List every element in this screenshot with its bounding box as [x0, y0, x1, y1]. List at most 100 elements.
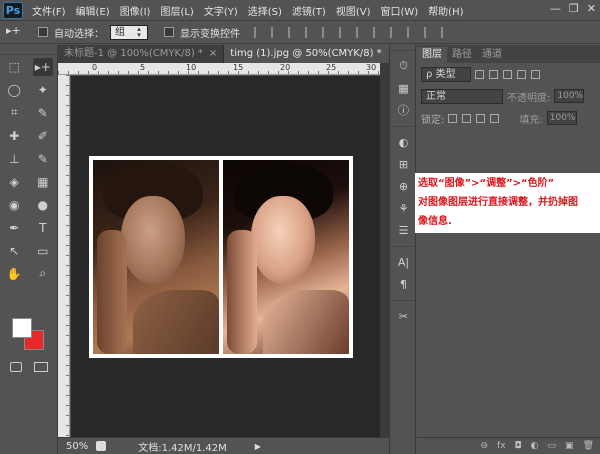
move-tool-icon[interactable]: ▸+ — [32, 57, 53, 76]
lock-position-icon[interactable] — [476, 113, 486, 123]
document-size: 文档:1.42M/1.42M — [138, 442, 227, 454]
dodge-tool-icon[interactable]: ● — [33, 196, 53, 214]
character-icon[interactable]: A| — [390, 251, 417, 273]
move-tool-preset-icon[interactable]: ▸+ — [6, 24, 32, 40]
tab-channels[interactable]: 通道 — [477, 47, 507, 63]
filter-shape-icon[interactable] — [517, 69, 526, 79]
toolbox-grip[interactable] — [0, 45, 57, 55]
align-bottom-icon[interactable] — [288, 26, 298, 38]
crop-tool-icon[interactable]: ⌗ — [4, 104, 24, 122]
zoom-level[interactable]: 50% — [66, 441, 88, 452]
menu-help[interactable]: 帮助(H) — [423, 3, 468, 18]
blur-tool-icon[interactable]: ◉ — [4, 196, 24, 214]
menu-select[interactable]: 选择(S) — [243, 3, 287, 18]
auto-select-checkbox[interactable] — [38, 27, 48, 37]
distribute-top-icon[interactable] — [356, 26, 366, 38]
align-right-icon[interactable] — [339, 26, 349, 38]
filter-smart-icon[interactable] — [531, 69, 540, 79]
quick-mask-icon[interactable] — [10, 362, 22, 372]
zoom-tool-icon[interactable]: ⌕ — [33, 265, 53, 283]
properties-icon[interactable]: ☰ — [390, 219, 417, 241]
new-group-icon[interactable]: ▭ — [548, 441, 557, 451]
blend-mode-select[interactable]: 正常 — [421, 88, 503, 104]
fx-icon[interactable]: fx — [497, 441, 506, 451]
foreground-color-swatch[interactable] — [12, 318, 32, 338]
auto-select-dropdown[interactable]: 组 — [110, 24, 148, 40]
adjustment-layer-icon[interactable]: ◐ — [531, 441, 539, 451]
align-left-icon[interactable] — [305, 26, 315, 38]
distribute-left-icon[interactable] — [407, 26, 417, 38]
distribute-bottom-icon[interactable] — [390, 26, 400, 38]
magic-wand-tool-icon[interactable]: ✦ — [33, 81, 53, 99]
history-brush-tool-icon[interactable]: ✎ — [33, 150, 53, 168]
brush-presets-icon[interactable]: ⚘ — [390, 197, 417, 219]
lock-transparency-icon[interactable] — [448, 113, 458, 123]
minimize-button[interactable]: — — [550, 2, 561, 15]
link-layers-icon[interactable]: ⊖ — [481, 441, 489, 451]
brush-tool-icon[interactable]: ✐ — [33, 127, 53, 145]
info-icon[interactable]: ⓘ — [390, 99, 417, 121]
delete-layer-icon[interactable]: 🗑 — [583, 441, 594, 451]
status-info-icon[interactable] — [96, 441, 107, 451]
marquee-tool-icon[interactable]: ⬚ — [4, 58, 24, 76]
eyedropper-tool-icon[interactable]: ✎ — [33, 104, 53, 122]
tab-timg[interactable]: timg (1).jpg @ 50%(CMYK/8) *× — [224, 45, 404, 63]
menu-edit[interactable]: 编辑(E) — [71, 3, 115, 18]
navigator-icon[interactable]: ⊕ — [390, 175, 417, 197]
align-hcenter-icon[interactable] — [322, 26, 332, 38]
hand-tool-icon[interactable]: ✋ — [4, 265, 24, 283]
tab-layers[interactable]: 图层 — [417, 47, 447, 63]
screen-mode-icon[interactable] — [34, 362, 48, 372]
menu-layer[interactable]: 图层(L) — [155, 3, 198, 18]
rectangle-tool-icon[interactable]: ▭ — [33, 242, 53, 260]
layer-filter-select[interactable]: ρ 类型 — [421, 66, 471, 82]
restore-button[interactable]: ❐ — [569, 2, 579, 15]
distribute-hcenter-icon[interactable] — [424, 26, 434, 38]
styles-icon[interactable]: ⊞ — [390, 153, 417, 175]
lock-all-icon[interactable] — [490, 113, 500, 123]
status-menu-arrow-icon[interactable]: ▶ — [255, 442, 261, 451]
menu-type[interactable]: 文字(Y) — [199, 3, 243, 18]
tool-row: ✚ ✐ — [0, 124, 57, 147]
distribute-vcenter-icon[interactable] — [373, 26, 383, 38]
swatches-icon[interactable]: ▦ — [390, 77, 417, 99]
align-vcenter-icon[interactable] — [271, 26, 281, 38]
type-tool-icon[interactable]: T — [33, 219, 53, 237]
clone-stamp-tool-icon[interactable]: ⊥ — [4, 150, 24, 168]
gradient-tool-icon[interactable]: ▦ — [33, 173, 53, 191]
options-bar: ▸+ 自动选择： 组 显示变换控件 — [0, 20, 600, 44]
path-selection-tool-icon[interactable]: ↖ — [4, 242, 24, 260]
menu-view[interactable]: 视图(V) — [331, 3, 376, 18]
menu-image[interactable]: 图像(I) — [115, 3, 156, 18]
menu-window[interactable]: 窗口(W) — [375, 3, 423, 18]
close-button[interactable]: ✕ — [587, 2, 596, 15]
healing-brush-tool-icon[interactable]: ✚ — [4, 127, 24, 145]
lock-pixels-icon[interactable] — [462, 113, 472, 123]
ruler-tick: 25 — [326, 63, 337, 72]
new-layer-icon[interactable]: ▣ — [565, 441, 574, 451]
adjustments-icon[interactable]: ◐ — [390, 131, 417, 153]
tab-close-icon[interactable]: × — [209, 48, 217, 59]
document-canvas[interactable] — [89, 156, 353, 358]
align-top-icon[interactable] — [254, 26, 264, 38]
eraser-tool-icon[interactable]: ◈ — [4, 173, 24, 191]
lasso-tool-icon[interactable]: ◯ — [4, 81, 24, 99]
filter-pixel-icon[interactable] — [475, 69, 484, 79]
tool-presets-icon[interactable]: ✂ — [390, 305, 417, 327]
menu-file[interactable]: 文件(F) — [27, 3, 71, 18]
filter-adjust-icon[interactable] — [489, 69, 498, 79]
show-transform-checkbox[interactable] — [164, 27, 174, 37]
tab-paths[interactable]: 路径 — [447, 47, 477, 63]
filter-type-icon[interactable] — [503, 69, 512, 79]
add-mask-icon[interactable]: ◘ — [515, 441, 522, 451]
window-controls: — ❐ ✕ — [550, 2, 596, 15]
history-icon[interactable]: ⏱ — [390, 55, 417, 77]
menu-filter[interactable]: 滤镜(T) — [287, 3, 331, 18]
pen-tool-icon[interactable]: ✒ — [4, 219, 24, 237]
distribute-right-icon[interactable] — [441, 26, 451, 38]
paragraph-icon[interactable]: ¶ — [390, 273, 417, 295]
tab-untitled[interactable]: 未标题-1 @ 100%(CMYK/8) * × — [58, 45, 225, 63]
fill-field[interactable]: 100% — [546, 111, 577, 125]
opacity-field[interactable]: 100% — [554, 89, 585, 103]
vertical-scrollbar[interactable] — [380, 63, 389, 437]
